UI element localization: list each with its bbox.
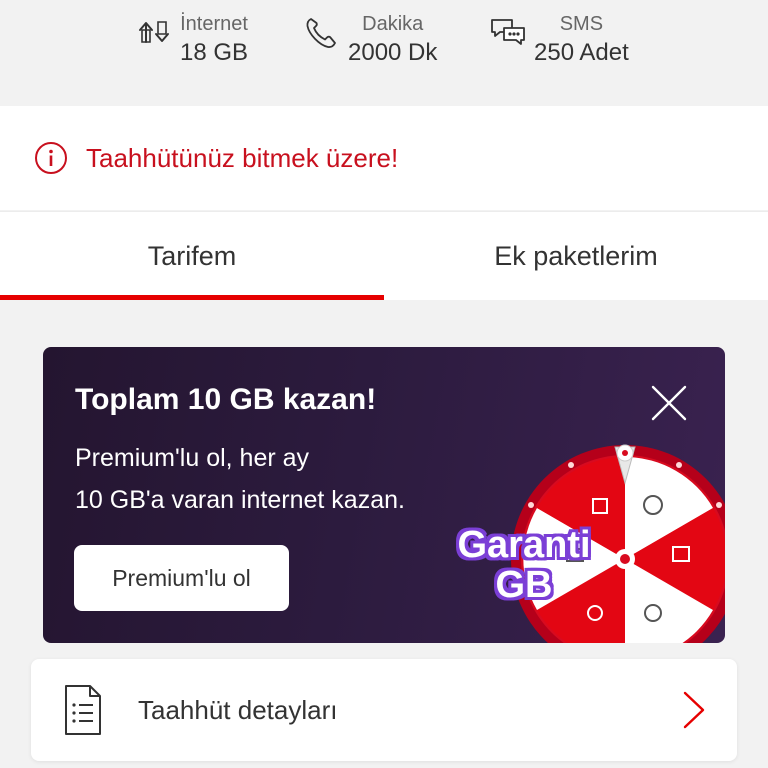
promo-badge-line-1: Garanti (457, 524, 591, 566)
warning-text: Taahhütünüz bitmek üzere! (86, 142, 399, 173)
commitment-details-item[interactable]: Taahhüt detayları (31, 659, 737, 761)
usage-summary: İnternet 18 GB Dakika 2000 Dk SMS 250 Ad… (0, 0, 768, 106)
usage-sms: SMS 250 Adet (488, 10, 629, 68)
usage-value-minutes: 2000 Dk (348, 39, 438, 66)
promo-description-line-1: Premium'lu ol, her ay (75, 444, 310, 472)
promo-description-line-2: 10 GB'a varan internet kazan. (75, 486, 405, 514)
close-icon[interactable] (649, 383, 689, 423)
commitment-details-label: Taahhüt detayları (138, 694, 338, 725)
tab-bar: Tarifem Ek paketlerim (0, 211, 768, 300)
usage-label-sms: SMS (559, 13, 604, 35)
premium-button[interactable]: Premium'lu ol (74, 545, 289, 611)
phone-icon (306, 18, 336, 48)
usage-internet: İnternet 18 GB (134, 10, 248, 68)
promo-badge-line-2: GB (495, 564, 553, 606)
tab-tarifem[interactable]: Tarifem (0, 212, 384, 301)
promo-title: Toplam 10 GB kazan! (75, 383, 377, 416)
chat-bubbles-icon (491, 19, 525, 45)
chevron-right-icon (683, 691, 705, 729)
tab-ek-paketlerim[interactable]: Ek paketlerim (384, 212, 768, 301)
document-icon (65, 685, 101, 735)
active-tab-indicator (0, 295, 384, 300)
info-icon (35, 142, 67, 174)
usage-value-sms: 250 Adet (534, 39, 629, 66)
promo-description: Premium'lu ol, her ay 10 GB'a varan inte… (75, 437, 455, 521)
usage-label-internet: İnternet (180, 13, 248, 35)
commitment-warning: Taahhütünüz bitmek üzere! (0, 106, 768, 210)
data-transfer-icon (139, 21, 169, 43)
usage-minutes: Dakika 2000 Dk (302, 10, 437, 68)
promo-banner: Toplam 10 GB kazan! Premium'lu ol, her a… (43, 347, 725, 643)
usage-label-minutes: Dakika (362, 13, 424, 35)
usage-value-internet: 18 GB (180, 39, 249, 66)
promo-badge: Garanti GB (439, 525, 609, 605)
